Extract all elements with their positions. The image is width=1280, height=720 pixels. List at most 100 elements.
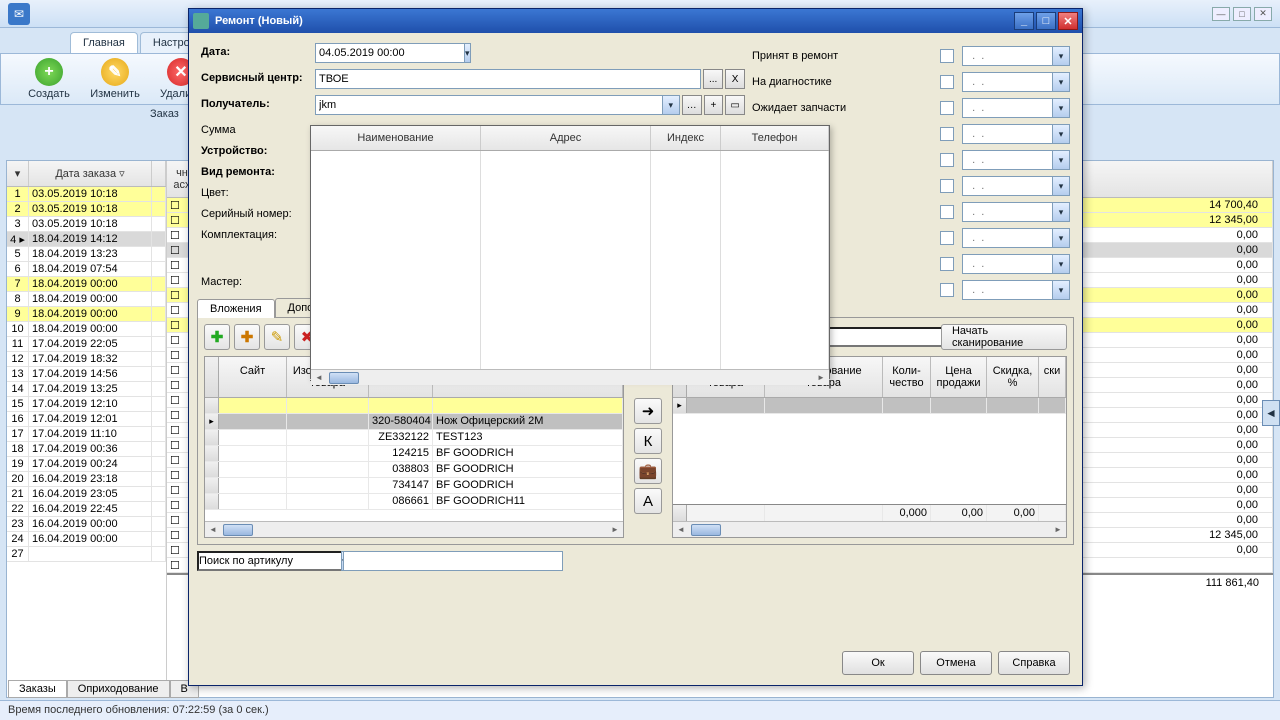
recipient-dropdown-popup[interactable]: Наименование Адрес Индекс Телефон — [310, 125, 830, 379]
dialog-titlebar[interactable]: Ремонт (Новый) _ □ ✕ — [189, 9, 1082, 33]
minimize-button[interactable]: _ — [1014, 12, 1034, 30]
table-row[interactable]: 2216.04.2019 22:45 — [7, 502, 166, 517]
status-date-input[interactable] — [962, 202, 1052, 222]
status-date-dropdown-icon[interactable] — [1052, 46, 1070, 66]
rcol-qty[interactable]: Коли-чество — [883, 357, 931, 397]
table-row[interactable]: 124215BF GOODRICH — [205, 446, 623, 462]
table-row[interactable]: 1917.04.2019 00:24 — [7, 457, 166, 472]
table-row[interactable]: 734147BF GOODRICH — [205, 478, 623, 494]
status-date-dropdown-icon[interactable] — [1052, 228, 1070, 248]
table-row[interactable]: 086661BF GOODRICH11 — [205, 494, 623, 510]
col-date[interactable]: Дата заказа ▿ — [29, 161, 152, 186]
table-row[interactable]: 103.05.2019 10:18 — [7, 187, 166, 202]
status-date-input[interactable] — [962, 254, 1052, 274]
popup-col-index[interactable]: Индекс — [651, 126, 721, 150]
table-row[interactable]: 618.04.2019 07:54 — [7, 262, 166, 277]
status-checkbox[interactable] — [940, 75, 954, 89]
tab-orders[interactable]: Заказы — [8, 680, 67, 698]
status-checkbox[interactable] — [940, 153, 954, 167]
table-row[interactable]: 1517.04.2019 12:10 — [7, 397, 166, 412]
status-date-dropdown-icon[interactable] — [1052, 72, 1070, 92]
status-checkbox[interactable] — [940, 283, 954, 297]
add-green-button[interactable]: ✚ — [204, 324, 230, 350]
recipient-lookup-button[interactable]: … — [682, 95, 702, 115]
status-date-input[interactable] — [962, 150, 1052, 170]
close-button[interactable]: ✕ — [1058, 12, 1078, 30]
recipient-card-button[interactable]: ▭ — [725, 95, 745, 115]
search-input[interactable] — [343, 551, 563, 571]
status-date-dropdown-icon[interactable] — [1052, 124, 1070, 144]
popup-col-phone[interactable]: Телефон — [721, 126, 829, 150]
table-row[interactable]: ▸ — [673, 398, 1066, 414]
date-input[interactable] — [315, 43, 464, 63]
popup-col-addr[interactable]: Адрес — [481, 126, 651, 150]
status-date-dropdown-icon[interactable] — [1052, 254, 1070, 274]
start-scan-button[interactable]: Начать сканирование — [941, 324, 1067, 350]
table-row[interactable]: 2016.04.2019 23:18 — [7, 472, 166, 487]
maximize-button[interactable]: □ — [1036, 12, 1056, 30]
status-date-input[interactable] — [962, 228, 1052, 248]
recipient-dropdown-icon[interactable] — [662, 95, 680, 115]
table-row[interactable]: 27 — [7, 547, 166, 562]
rcol-discount[interactable]: Скидка, % — [987, 357, 1039, 397]
status-checkbox[interactable] — [940, 127, 954, 141]
status-date-dropdown-icon[interactable] — [1052, 98, 1070, 118]
table-row[interactable]: 1717.04.2019 11:10 — [7, 427, 166, 442]
table-row[interactable]: 303.05.2019 10:18 — [7, 217, 166, 232]
table-row[interactable] — [205, 398, 623, 414]
status-date-input[interactable] — [962, 98, 1052, 118]
center-input[interactable] — [315, 69, 701, 89]
ok-button[interactable]: Ок — [842, 651, 914, 675]
table-row[interactable]: 818.04.2019 00:00 — [7, 292, 166, 307]
table-row[interactable]: 1018.04.2019 00:00 — [7, 322, 166, 337]
move-right-icon[interactable]: ➜ — [634, 398, 662, 424]
lcol-site[interactable]: Сайт — [219, 357, 287, 397]
table-row[interactable]: 038803BF GOODRICH — [205, 462, 623, 478]
left-grid-hscroll[interactable] — [205, 521, 623, 537]
table-row[interactable]: 2316.04.2019 00:00 — [7, 517, 166, 532]
right-grid-hscroll[interactable] — [673, 521, 1066, 537]
tab-receipts[interactable]: Оприходование — [67, 680, 170, 698]
tab-main[interactable]: Главная — [70, 32, 138, 53]
status-date-dropdown-icon[interactable] — [1052, 280, 1070, 300]
table-row[interactable]: 1117.04.2019 22:05 — [7, 337, 166, 352]
discount-input[interactable] — [817, 327, 961, 347]
popup-col-name[interactable]: Наименование — [311, 126, 481, 150]
status-checkbox[interactable] — [940, 179, 954, 193]
app-min-icon[interactable]: — — [1212, 7, 1230, 21]
center-lookup-button[interactable]: ... — [703, 69, 723, 89]
table-row[interactable]: ZE332122TEST123 — [205, 430, 623, 446]
status-checkbox[interactable] — [940, 231, 954, 245]
table-row[interactable]: 2416.04.2019 00:00 — [7, 532, 166, 547]
app-max-icon[interactable]: □ — [1233, 7, 1251, 21]
rcol-price[interactable]: Цена продажи — [931, 357, 987, 397]
search-mode-select[interactable] — [197, 551, 341, 571]
table-row[interactable]: 1417.04.2019 13:25 — [7, 382, 166, 397]
status-checkbox[interactable] — [940, 101, 954, 115]
center-clear-button[interactable]: X — [725, 69, 745, 89]
recipient-input[interactable] — [315, 95, 662, 115]
status-checkbox[interactable] — [940, 257, 954, 271]
side-collapse-icon[interactable]: ◄ — [1262, 400, 1280, 426]
status-date-dropdown-icon[interactable] — [1052, 176, 1070, 196]
table-row[interactable]: 1317.04.2019 14:56 — [7, 367, 166, 382]
table-row[interactable]: 203.05.2019 10:18 — [7, 202, 166, 217]
k-button[interactable]: К — [634, 428, 662, 454]
table-row[interactable]: 4 ▸18.04.2019 14:12 — [7, 232, 166, 247]
edit-item-button[interactable]: ✎ — [264, 324, 290, 350]
popup-hscroll[interactable] — [311, 369, 829, 385]
status-date-input[interactable] — [962, 46, 1052, 66]
date-dropdown-icon[interactable] — [464, 43, 471, 63]
wallet-icon[interactable]: 💼 — [634, 458, 662, 484]
table-row[interactable]: 1217.04.2019 18:32 — [7, 352, 166, 367]
recipient-add-button[interactable]: + — [704, 95, 724, 115]
app-close-icon[interactable]: ✕ — [1254, 7, 1272, 21]
status-date-input[interactable] — [962, 280, 1052, 300]
table-row[interactable]: 718.04.2019 00:00 — [7, 277, 166, 292]
edit-button[interactable]: ✎Изменить — [87, 58, 143, 100]
help-button[interactable]: Справка — [998, 651, 1070, 675]
cancel-button[interactable]: Отмена — [920, 651, 992, 675]
table-row[interactable]: 1817.04.2019 00:36 — [7, 442, 166, 457]
table-row[interactable]: 518.04.2019 13:23 — [7, 247, 166, 262]
status-checkbox[interactable] — [940, 49, 954, 63]
